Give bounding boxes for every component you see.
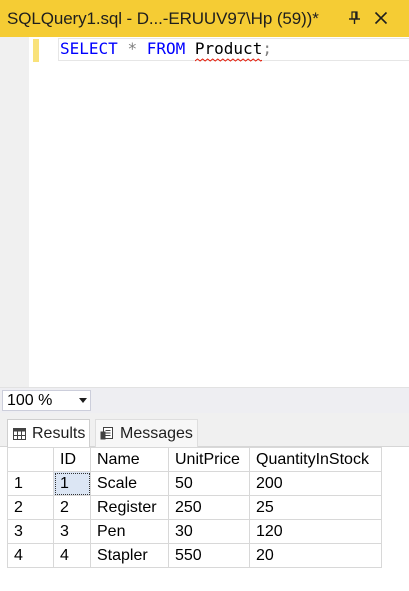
cell-unitprice[interactable]: 550 (168, 543, 250, 568)
cell-name[interactable]: Scale (90, 471, 169, 496)
column-header-quantityinstock[interactable]: QuantityInStock (249, 447, 382, 472)
keyword-select: SELECT (60, 39, 118, 58)
table-identifier-text: Product (194, 39, 263, 58)
results-grid[interactable]: ID Name UnitPrice QuantityInStock 1 1 Sc… (7, 447, 382, 568)
zoom-dropdown[interactable]: 100 % (2, 390, 91, 411)
table-row[interactable]: 4 4 Stapler 550 20 (7, 543, 382, 568)
column-header-name[interactable]: Name (90, 447, 169, 472)
results-tab-strip: Results Messages (0, 413, 409, 447)
tab-results[interactable]: Results (7, 419, 91, 447)
cell-quantityinstock[interactable]: 25 (249, 495, 382, 520)
pin-button[interactable] (343, 6, 365, 30)
ssms-query-window: SQLQuery1.sql - D...-ERUUV97\Hp (59))* S… (0, 0, 409, 591)
cell-unitprice[interactable]: 30 (168, 519, 250, 544)
row-number[interactable]: 1 (7, 471, 54, 496)
cell-unitprice[interactable]: 250 (168, 495, 250, 520)
tab-messages-label: Messages (120, 424, 193, 442)
close-tab-button[interactable] (370, 6, 392, 30)
row-number[interactable]: 3 (7, 519, 54, 544)
cell-id[interactable]: 3 (53, 519, 91, 544)
cell-quantityinstock[interactable]: 120 (249, 519, 382, 544)
cell-quantityinstock[interactable]: 200 (249, 471, 382, 496)
grid-header-row: ID Name UnitPrice QuantityInStock (7, 447, 382, 472)
cell-id[interactable]: 4 (53, 543, 91, 568)
grid-icon (13, 427, 26, 440)
unsaved-change-marker (33, 39, 39, 62)
code-line-1[interactable]: SELECT * FROM Product; (60, 39, 272, 62)
tab-results-label: Results (32, 424, 86, 442)
zoom-value: 100 % (7, 392, 53, 409)
select-star: * (127, 39, 138, 58)
query-editor[interactable]: SELECT * FROM Product; (0, 37, 409, 387)
chevron-down-icon (79, 398, 87, 403)
cell-id[interactable]: 1 (53, 471, 91, 496)
table-row[interactable]: 3 3 Pen 30 120 (7, 519, 382, 544)
cell-name[interactable]: Stapler (90, 543, 169, 568)
messages-icon (100, 427, 114, 440)
row-number[interactable]: 2 (7, 495, 54, 520)
document-tab-title[interactable]: SQLQuery1.sql - D...-ERUUV97\Hp (59))* (7, 9, 319, 29)
column-header-rownum[interactable] (7, 447, 54, 472)
tab-messages[interactable]: Messages (95, 419, 198, 447)
table-identifier: Product (194, 39, 263, 62)
keyword-from: FROM (146, 39, 186, 58)
cell-id[interactable]: 2 (53, 495, 91, 520)
table-row[interactable]: 2 2 Register 250 25 (7, 495, 382, 520)
close-icon (374, 11, 388, 25)
column-header-unitprice[interactable]: UnitPrice (168, 447, 250, 472)
cell-name[interactable]: Register (90, 495, 169, 520)
cell-quantityinstock[interactable]: 20 (249, 543, 382, 568)
error-squiggle (194, 58, 263, 62)
statement-terminator: ; (262, 39, 272, 58)
editor-gutter (0, 37, 29, 387)
row-number[interactable]: 4 (7, 543, 54, 568)
results-grid-area: ID Name UnitPrice QuantityInStock 1 1 Sc… (0, 447, 409, 591)
zoom-bar: 100 % (0, 387, 409, 413)
table-row[interactable]: 1 1 Scale 50 200 (7, 471, 382, 496)
cell-name[interactable]: Pen (90, 519, 169, 544)
document-tab[interactable]: SQLQuery1.sql - D...-ERUUV97\Hp (59))* (0, 0, 409, 37)
cell-unitprice[interactable]: 50 (168, 471, 250, 496)
pin-icon (349, 11, 360, 24)
column-header-id[interactable]: ID (53, 447, 91, 472)
